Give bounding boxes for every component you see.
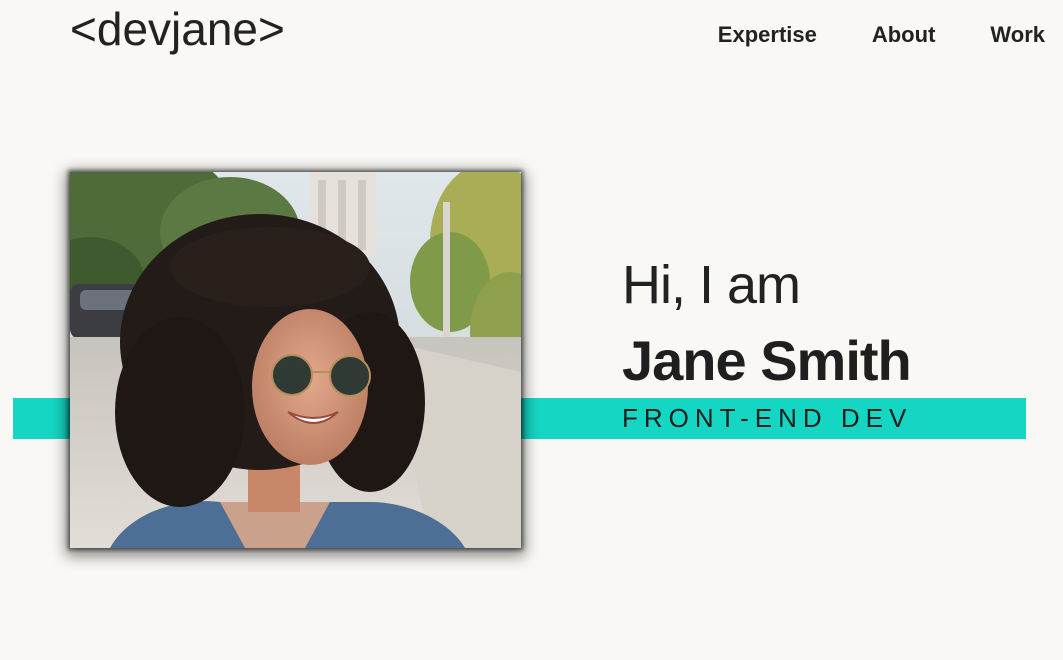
hero-role: FRONT-END DEV [622,403,913,433]
profile-photo [70,172,521,548]
site-logo[interactable]: <devjane> [70,2,285,56]
hero-name: Jane Smith [622,329,912,392]
hero-intro: Hi, I am Jane Smith [622,250,912,400]
nav-item-expertise[interactable]: Expertise [718,20,817,50]
nav-item-work[interactable]: Work [990,20,1045,50]
nav-item-about[interactable]: About [872,20,936,50]
main-nav: Expertise About Work [718,20,1045,50]
portrait-image [70,172,521,548]
hero-greeting: Hi, I am [622,255,801,315]
